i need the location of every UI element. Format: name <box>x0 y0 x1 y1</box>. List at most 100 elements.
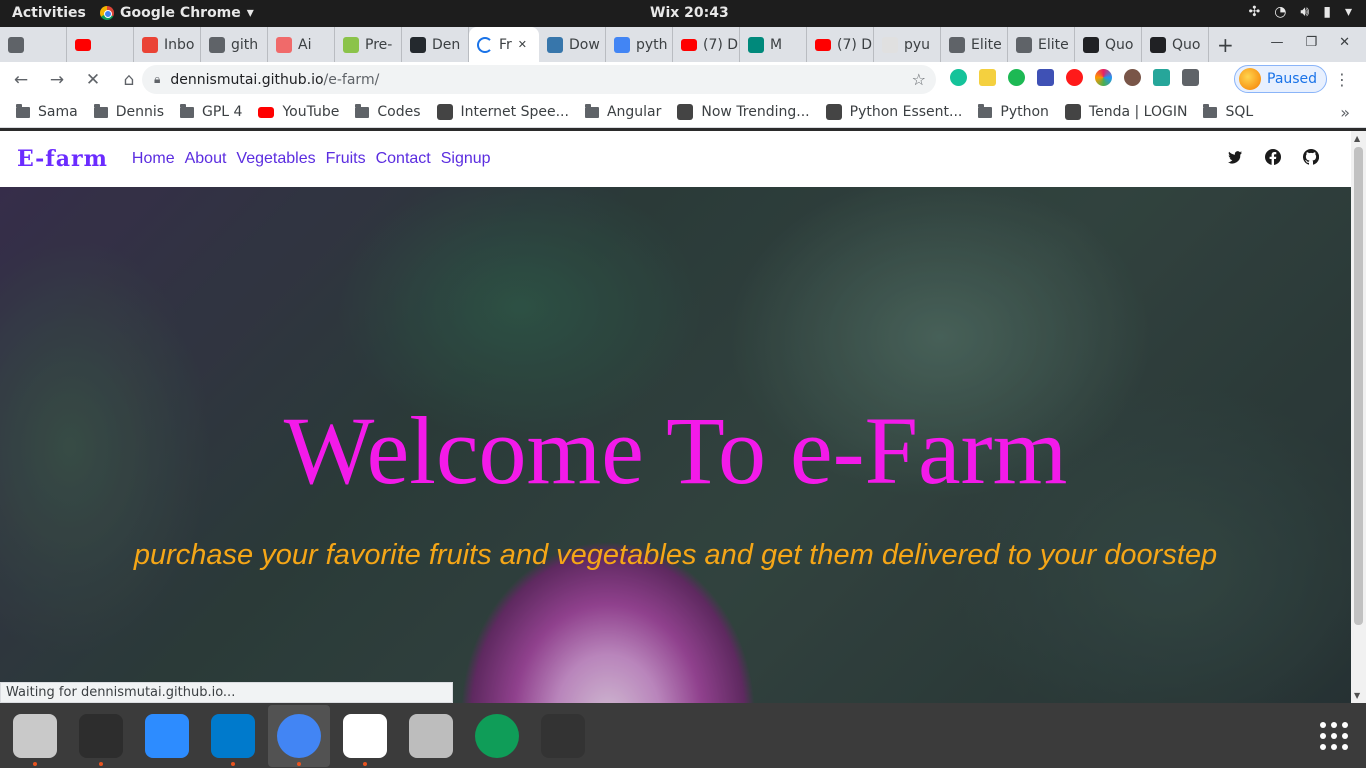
maximize-icon[interactable]: ❐ <box>1305 35 1317 50</box>
nav-link-about[interactable]: About <box>185 150 227 168</box>
opera-extension-icon[interactable] <box>1066 69 1083 86</box>
volume-icon[interactable]: 🔊︎ <box>1300 4 1309 20</box>
dock-item[interactable] <box>70 705 132 767</box>
tab[interactable]: pyu <box>874 27 941 62</box>
dock-item[interactable] <box>400 705 462 767</box>
app-menu[interactable]: Google Chrome ▾ <box>100 5 254 21</box>
nav-link-vegetables[interactable]: Vegetables <box>236 150 315 168</box>
page-scrollbar[interactable]: ▲ ▼ <box>1351 131 1366 703</box>
bookmark-star-icon[interactable]: ☆ <box>912 70 926 89</box>
tab[interactable]: gith <box>201 27 268 62</box>
running-indicator <box>33 761 37 766</box>
facebook-icon[interactable] <box>1265 149 1281 165</box>
tab[interactable]: Ai <box>268 27 335 62</box>
lock-icon[interactable]: 🔒︎ <box>154 72 160 87</box>
url-path: /e-farm/ <box>323 71 380 88</box>
dock-item[interactable] <box>136 705 198 767</box>
bookmark-item[interactable]: Internet Spee... <box>436 104 569 120</box>
mail-extension-icon[interactable] <box>1153 69 1170 86</box>
system-tray[interactable]: ✣ ◔ 🔊︎ ▮ ▾ <box>1248 4 1352 20</box>
extension-icon[interactable] <box>979 69 996 86</box>
tab[interactable]: Elite <box>1008 27 1075 62</box>
profile-button[interactable]: Paused <box>1234 65 1327 93</box>
bookmark-item[interactable]: Python Essent... <box>825 104 962 120</box>
show-applications-icon[interactable] <box>1320 722 1348 750</box>
folder-icon <box>93 103 108 118</box>
scroll-down-icon[interactable]: ▼ <box>1354 691 1360 700</box>
asana-icon <box>276 36 292 53</box>
scroll-up-icon[interactable]: ▲ <box>1354 134 1360 143</box>
puzzle-extensions-icon[interactable] <box>1182 69 1199 86</box>
bookmark-item[interactable]: Dennis <box>93 103 164 120</box>
bookmark-item[interactable]: Python <box>978 103 1049 120</box>
user-extension-icon[interactable] <box>1124 69 1141 86</box>
dock-item[interactable] <box>4 705 66 767</box>
nav-link-contact[interactable]: Contact <box>376 150 431 168</box>
tab[interactable]: Inbo <box>134 27 201 62</box>
address-bar[interactable]: 🔒︎ dennismutai.github.io/e-farm/ ☆ <box>142 65 936 94</box>
close-icon[interactable]: ✕ <box>1339 35 1350 50</box>
chevron-down-icon[interactable]: ▾ <box>1345 4 1352 20</box>
activities-button[interactable]: Activities <box>12 5 86 21</box>
dock-item[interactable] <box>532 705 594 767</box>
home-icon[interactable]: ⌂ <box>114 70 144 90</box>
bookmark-item[interactable]: Sama <box>16 103 78 120</box>
tab-label: Pre- <box>365 36 393 53</box>
zoom-icon <box>145 713 189 758</box>
bookmark-item[interactable]: YouTube <box>258 104 339 120</box>
clock[interactable]: Wix 20:43 <box>650 5 729 21</box>
nav-link-fruits[interactable]: Fruits <box>326 150 366 168</box>
tab[interactable]: Quo <box>1142 27 1209 62</box>
tab[interactable]: M <box>740 27 807 62</box>
back-icon[interactable]: ← <box>6 70 36 90</box>
github-icon[interactable] <box>1302 148 1320 165</box>
twitter-icon[interactable] <box>1227 149 1243 165</box>
stop-loading-icon[interactable]: ✕ <box>78 70 108 90</box>
tab[interactable]: Den <box>402 27 469 62</box>
more-menu-icon[interactable]: ⋮ <box>1334 70 1350 89</box>
bookmark-item[interactable]: SQL <box>1203 103 1253 120</box>
forward-icon[interactable]: → <box>42 70 72 90</box>
tab[interactable] <box>0 27 67 62</box>
bookmark-label: Tenda | LOGIN <box>1088 104 1188 120</box>
tab[interactable]: Pre- <box>335 27 402 62</box>
hangouts-icon <box>475 713 519 758</box>
nav-link-home[interactable]: Home <box>132 150 175 168</box>
screen-recorder-icon[interactable] <box>1037 69 1054 86</box>
bookmark-label: Python <box>1000 104 1049 120</box>
tab[interactable]: (7) D <box>673 27 740 62</box>
site-brand[interactable]: E-farm <box>17 146 108 172</box>
tab[interactable]: (7) D <box>807 27 874 62</box>
dock-item[interactable] <box>334 705 396 767</box>
scrollbar-thumb[interactable] <box>1354 147 1363 625</box>
tab-active[interactable]: Fr ✕ <box>469 27 539 62</box>
dock-item[interactable] <box>202 705 264 767</box>
slack-tray-icon[interactable]: ✣ <box>1248 4 1260 20</box>
running-indicator <box>99 761 103 766</box>
bookmark-item[interactable]: Now Trending... <box>677 104 810 120</box>
minimize-icon[interactable]: — <box>1270 35 1283 50</box>
camera-icon <box>409 713 453 758</box>
chat-extension-icon[interactable] <box>1008 69 1025 86</box>
tab[interactable]: Elite <box>941 27 1008 62</box>
tab[interactable]: pyth <box>606 27 673 62</box>
wifi-icon[interactable]: ◔ <box>1274 4 1286 20</box>
bookmark-item[interactable]: GPL 4 <box>180 103 242 120</box>
nav-link-signup[interactable]: Signup <box>441 150 491 168</box>
heart-extension-icon[interactable] <box>1095 69 1112 86</box>
folder-icon <box>180 103 195 118</box>
dock-item[interactable] <box>268 704 330 767</box>
bookmark-item[interactable]: Codes <box>355 103 421 120</box>
close-tab-icon[interactable]: ✕ <box>518 38 527 51</box>
web-page: E-farm Home About Vegetables Fruits Cont… <box>0 131 1351 703</box>
bookmark-item[interactable]: Angular <box>584 103 661 120</box>
grammarly-icon[interactable] <box>950 69 967 86</box>
tab[interactable] <box>67 27 134 62</box>
bookmark-item[interactable]: Tenda | LOGIN <box>1064 104 1188 120</box>
dock-item[interactable] <box>466 705 528 767</box>
more-bookmarks-icon[interactable]: » <box>1340 103 1350 122</box>
new-tab-icon[interactable]: + <box>1217 33 1234 57</box>
tab[interactable]: Quo <box>1075 27 1142 62</box>
tab[interactable]: Dow <box>539 27 606 62</box>
battery-icon[interactable]: ▮ <box>1323 4 1331 20</box>
